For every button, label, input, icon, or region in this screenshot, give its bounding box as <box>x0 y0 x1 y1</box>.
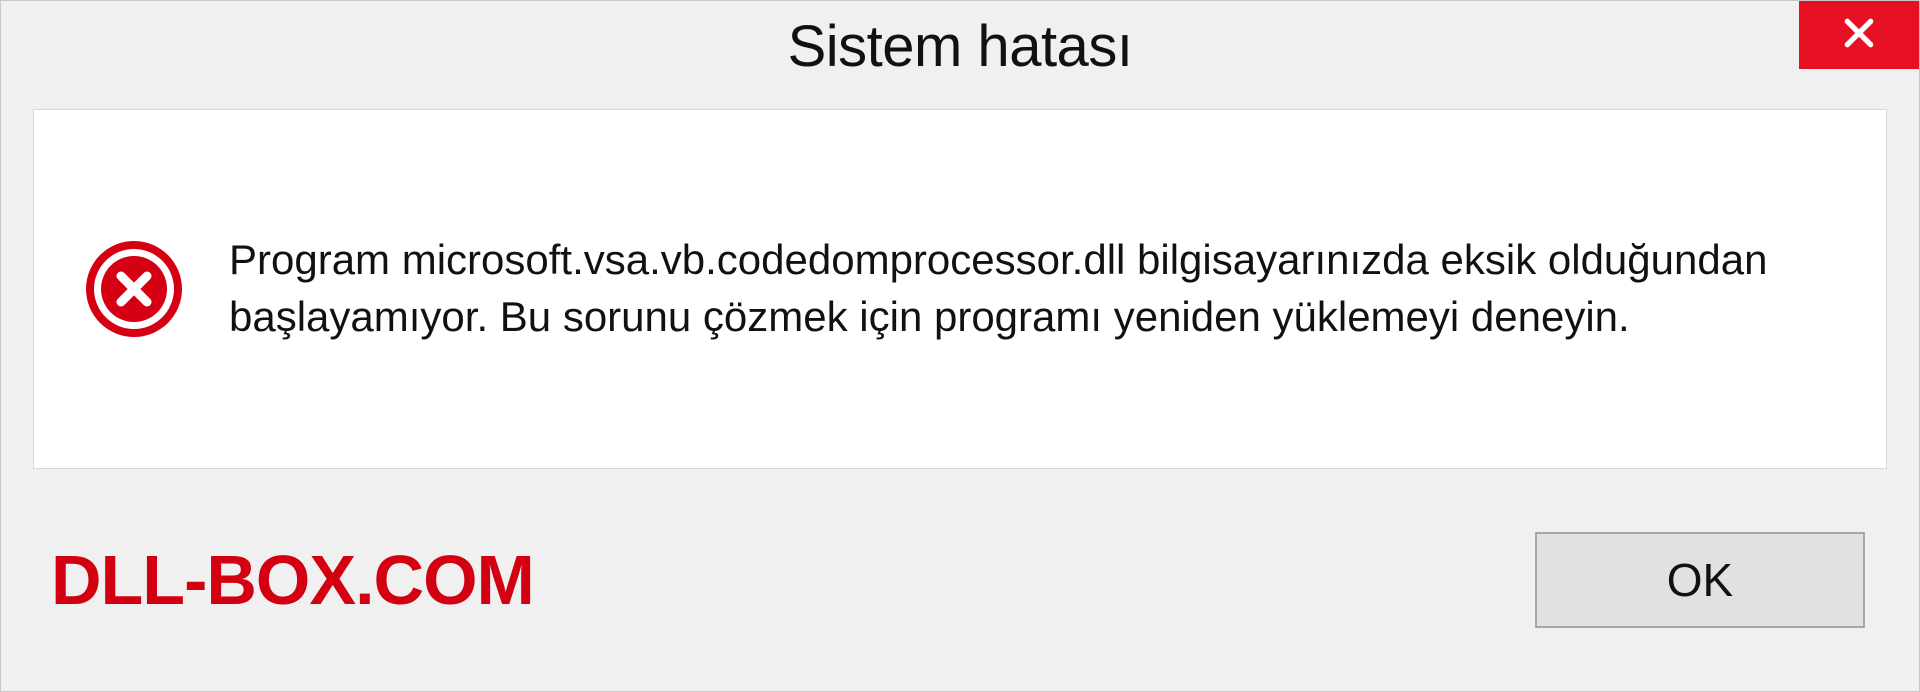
watermark-text: DLL-BOX.COM <box>51 540 534 620</box>
close-icon <box>1839 13 1879 58</box>
close-button[interactable] <box>1799 1 1919 69</box>
error-message: Program microsoft.vsa.vb.codedomprocesso… <box>229 232 1789 345</box>
dialog-title: Sistem hatası <box>788 13 1133 80</box>
error-dialog: Sistem hatası Program microsoft.vsa.vb.c… <box>0 0 1920 692</box>
dialog-footer: DLL-BOX.COM OK <box>1 469 1919 691</box>
ok-button[interactable]: OK <box>1535 532 1865 628</box>
titlebar: Sistem hatası <box>1 1 1919 91</box>
error-icon <box>84 239 184 339</box>
content-panel: Program microsoft.vsa.vb.codedomprocesso… <box>33 109 1887 469</box>
